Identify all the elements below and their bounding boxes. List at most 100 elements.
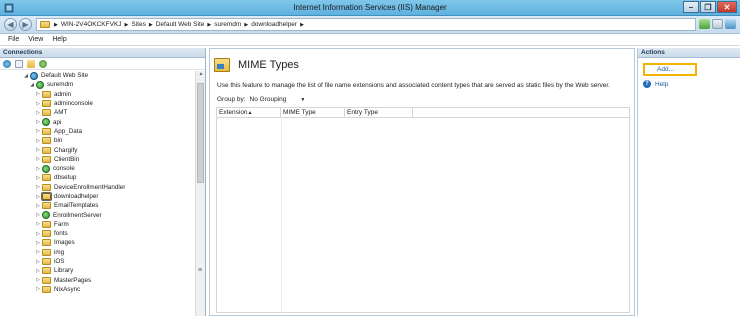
tree-node-label: img <box>54 248 65 256</box>
expand-icon[interactable]: ▷ <box>34 268 42 274</box>
expand-icon[interactable]: ▷ <box>34 101 42 107</box>
chevron-down-icon[interactable]: ▼ <box>300 97 305 103</box>
help-icon: ? <box>643 80 651 88</box>
expand-icon[interactable]: ▷ <box>34 110 42 116</box>
group-by-control: Group by: No Grouping ▼ <box>217 96 305 103</box>
expand-icon[interactable]: ▷ <box>34 128 42 134</box>
scroll-thumb[interactable] <box>197 83 204 183</box>
breadcrumb-sites[interactable]: Sites <box>131 21 145 28</box>
mime-types-list[interactable]: Extension▲ MIME Type Entry Type <box>216 107 630 313</box>
connections-tree[interactable]: ◢ Default Web Site ◢ suremdm ▷ admin ▷ admincon… <box>0 71 196 316</box>
up-folder-icon[interactable] <box>27 59 35 68</box>
minimize-button[interactable]: – <box>683 1 699 13</box>
scroll-up-icon[interactable]: ▲ <box>196 71 206 80</box>
refresh-icon[interactable] <box>699 19 710 29</box>
tree-scrollbar[interactable]: ▲ ≡ <box>195 71 205 316</box>
menu-view[interactable]: View <box>28 36 43 43</box>
expand-icon[interactable]: ▷ <box>34 166 42 172</box>
tree-node[interactable]: ▷ console <box>0 164 196 173</box>
connect-icon[interactable] <box>3 59 11 68</box>
close-button[interactable]: ✕ <box>717 1 737 13</box>
tree-node[interactable]: ▷ NixAsync <box>0 285 196 294</box>
tree-node-label: api <box>53 118 62 126</box>
expand-icon[interactable]: ▷ <box>34 203 42 209</box>
tree-node-label: admin <box>54 90 72 98</box>
connections-toolbar <box>0 58 205 70</box>
expand-icon[interactable]: ▷ <box>34 277 42 283</box>
expand-icon[interactable]: ▷ <box>34 147 42 153</box>
help-action-link[interactable]: ? Help <box>643 80 668 88</box>
list-body[interactable] <box>217 119 629 313</box>
tree-node[interactable]: ▷ downloadhelper <box>0 192 196 201</box>
breadcrumb-suremdm[interactable]: suremdm <box>214 21 241 28</box>
collapse-icon[interactable]: ◢ <box>28 82 36 88</box>
expand-icon[interactable]: ▷ <box>34 231 42 237</box>
folder-icon <box>42 239 51 247</box>
tree-node[interactable]: ▷ DeviceEnrollmentHandler <box>0 183 196 192</box>
tree-node[interactable]: ▷ Farm <box>0 220 196 229</box>
maximize-button[interactable]: ❐ <box>700 1 716 13</box>
menu-help[interactable]: Help <box>52 36 66 43</box>
delete-connection-icon[interactable] <box>39 59 47 68</box>
tree-node[interactable]: ▷ EmailTemplates <box>0 201 196 210</box>
folder-icon <box>42 285 51 293</box>
expand-icon[interactable]: ▷ <box>34 156 42 162</box>
folder-icon <box>42 183 51 191</box>
expand-icon[interactable]: ▷ <box>34 184 42 190</box>
breadcrumb-downloadhelper[interactable]: downloadhelper <box>251 21 297 28</box>
home-icon[interactable] <box>725 19 736 29</box>
group-by-dropdown[interactable]: No Grouping <box>250 96 287 103</box>
expand-icon[interactable]: ▷ <box>34 286 42 292</box>
tree-node[interactable]: ◢ Default Web Site <box>0 71 196 80</box>
expand-icon[interactable]: ▷ <box>34 91 42 97</box>
back-button[interactable]: ◀ <box>4 18 17 31</box>
collapse-icon[interactable]: ◢ <box>22 73 30 79</box>
folder-icon <box>42 248 51 256</box>
application-icon <box>36 80 44 89</box>
tree-node[interactable]: ▷ fonts <box>0 229 196 238</box>
tree-node[interactable]: ▷ adminconsole <box>0 99 196 108</box>
group-by-label: Group by: <box>217 96 246 103</box>
add-action-link[interactable]: Add... <box>643 63 697 76</box>
breadcrumb-default-web-site[interactable]: Default Web Site <box>156 21 205 28</box>
column-header-extension[interactable]: Extension▲ <box>217 108 281 117</box>
breadcrumb-server[interactable]: WIN-2V4OKCKFVKJ <box>61 21 122 28</box>
tree-node[interactable]: ▷ admin <box>0 90 196 99</box>
tree-node[interactable]: ▷ dbsetup <box>0 173 196 182</box>
tree-node[interactable]: ▷ AMT <box>0 108 196 117</box>
title-bar: Internet Information Services (IIS) Mana… <box>0 0 740 16</box>
tree-node[interactable]: ◢ suremdm <box>0 80 196 89</box>
column-header-mime-type[interactable]: MIME Type <box>281 108 345 117</box>
connections-panel: Connections ◢ Default Web Site ◢ suremdm ▷ ad… <box>0 48 206 316</box>
breadcrumb[interactable]: ▶ WIN-2V4OKCKFVKJ ▶ Sites ▶ Default Web … <box>36 18 696 31</box>
tree-node[interactable]: ▷ ClientBin <box>0 155 196 164</box>
expand-icon[interactable]: ▷ <box>34 240 42 246</box>
tree-node[interactable]: ▷ iOS <box>0 257 196 266</box>
stop-icon[interactable] <box>712 19 723 29</box>
tree-node[interactable]: ▷ App_Data <box>0 127 196 136</box>
expand-icon[interactable]: ▷ <box>34 259 42 265</box>
expand-icon[interactable]: ▷ <box>34 119 42 125</box>
tree-node[interactable]: ▷ Images <box>0 238 196 247</box>
expand-icon[interactable]: ▷ <box>34 221 42 227</box>
expand-icon[interactable]: ▷ <box>34 194 42 200</box>
folder-icon <box>42 100 51 108</box>
expand-icon[interactable]: ▷ <box>34 249 42 255</box>
tree-node[interactable]: ▷ Library <box>0 266 196 275</box>
tree-node[interactable]: ▷ MasterPages <box>0 276 196 285</box>
tree-node[interactable]: ▷ api <box>0 117 196 127</box>
expand-icon[interactable]: ▷ <box>34 212 42 218</box>
chevron-right-icon: ▶ <box>54 21 58 28</box>
forward-button[interactable]: ▶ <box>19 18 32 31</box>
tree-node[interactable]: ▷ Chargify <box>0 145 196 154</box>
column-header-entry-type[interactable]: Entry Type <box>345 108 413 117</box>
save-connections-icon[interactable] <box>15 59 23 68</box>
menu-file[interactable]: File <box>8 36 19 43</box>
tree-node-label: Farm <box>54 220 69 228</box>
expand-icon[interactable]: ▷ <box>34 138 42 144</box>
tree-node[interactable]: ▷ EnrollmentServer <box>0 210 196 220</box>
feature-panel: MIME Types Use this feature to manage th… <box>209 48 635 316</box>
tree-node[interactable]: ▷ bin <box>0 136 196 145</box>
expand-icon[interactable]: ▷ <box>34 175 42 181</box>
tree-node[interactable]: ▷ img <box>0 248 196 257</box>
